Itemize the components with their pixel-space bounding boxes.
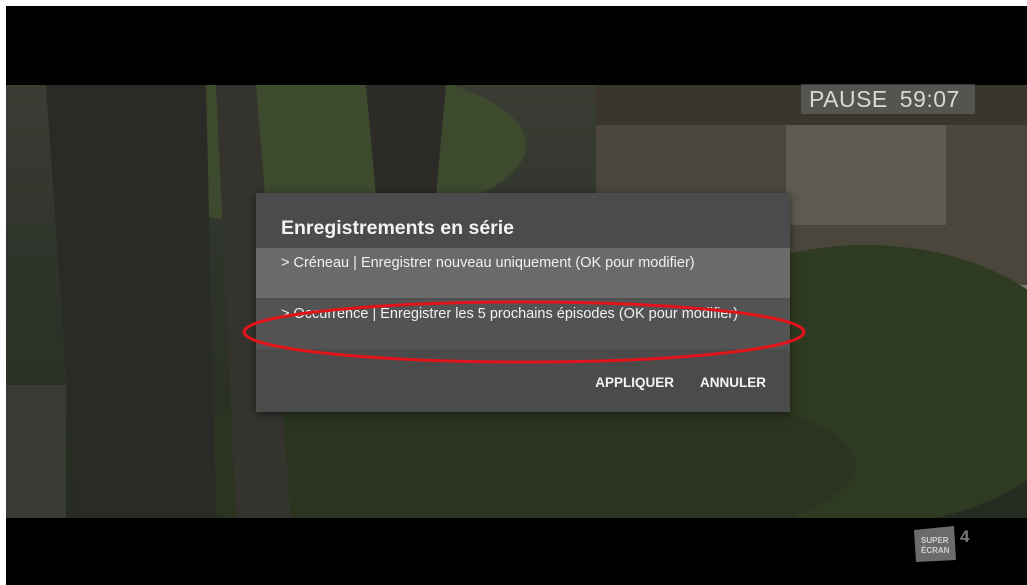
letterbox-bottom xyxy=(6,518,1027,585)
series-recording-dialog: Enregistrements en série > Créneau | Enr… xyxy=(256,193,790,412)
channel-number: 4 xyxy=(960,527,970,546)
tree-trunk-left xyxy=(46,85,216,518)
apply-button[interactable]: APPLIQUER xyxy=(595,375,674,390)
cancel-button[interactable]: ANNULER xyxy=(700,375,766,390)
dialog-title: Enregistrements en série xyxy=(281,217,515,239)
dialog-actions: APPLIQUER ANNULER xyxy=(595,375,766,390)
house-window xyxy=(786,125,946,225)
pause-indicator: PAUSE 59:07 xyxy=(801,84,975,114)
logo-text-2: ÉCRAN xyxy=(921,546,950,555)
tree-trunk-right xyxy=(366,85,446,195)
option-occurrence[interactable]: > Occurrence | Enregistrer les 5 prochai… xyxy=(256,299,790,349)
driveway xyxy=(6,385,66,518)
pause-label: PAUSE xyxy=(809,85,888,112)
letterbox-top xyxy=(6,6,1027,85)
playback-timestamp: 59:07 xyxy=(899,85,960,112)
logo-text-1: SUPER xyxy=(921,536,949,545)
option-creneau[interactable]: > Créneau | Enregistrer nouveau uniqueme… xyxy=(256,248,790,298)
channel-logo: SUPER ÉCRAN 4 xyxy=(914,526,970,562)
